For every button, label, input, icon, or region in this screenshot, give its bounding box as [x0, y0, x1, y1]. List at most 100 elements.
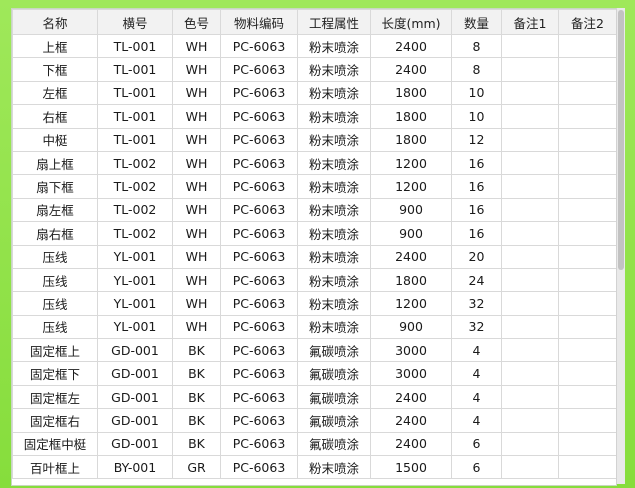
cell-note1[interactable]: [501, 455, 559, 480]
cell-color[interactable]: WH: [172, 291, 221, 316]
header-color[interactable]: 色号: [172, 9, 221, 35]
cell-length[interactable]: 900: [370, 197, 452, 223]
cell-finish[interactable]: 粉末喷涂: [297, 104, 371, 129]
table-row[interactable]: 上框 TL-001 WH PC-6063 粉末喷涂 2400 8: [12, 33, 616, 59]
cell-note1[interactable]: [501, 221, 559, 246]
cell-note2[interactable]: [558, 361, 616, 386]
header-finish[interactable]: 工程属性: [297, 9, 371, 35]
table-row[interactable]: 固定框上 GD-001 BK PC-6063 氟碳喷涂 3000 4: [12, 338, 616, 363]
cell-material-code[interactable]: PC-6063: [220, 384, 298, 410]
cell-color[interactable]: WH: [172, 104, 221, 129]
cell-model[interactable]: TL-002: [97, 174, 173, 199]
cell-model[interactable]: TL-002: [97, 197, 173, 223]
cell-name[interactable]: 右框: [12, 104, 98, 129]
cell-name[interactable]: 压线: [12, 291, 98, 316]
cell-name[interactable]: 扇右框: [12, 221, 98, 246]
cell-note2[interactable]: [558, 338, 616, 363]
cell-quantity[interactable]: 16: [451, 221, 502, 246]
cell-material-code[interactable]: PC-6063: [220, 127, 298, 152]
cell-name[interactable]: 压线: [12, 314, 98, 340]
cell-finish[interactable]: 粉末喷涂: [297, 33, 371, 59]
header-model[interactable]: 横号: [97, 9, 173, 35]
cell-color[interactable]: GR: [172, 455, 221, 480]
cell-material-code[interactable]: PC-6063: [220, 33, 298, 59]
table-row[interactable]: 固定框左 GD-001 BK PC-6063 氟碳喷涂 2400 4: [12, 384, 616, 410]
cell-finish[interactable]: 氟碳喷涂: [297, 384, 371, 410]
cell-quantity[interactable]: 16: [451, 174, 502, 199]
table-row[interactable]: 扇右框 TL-002 WH PC-6063 粉末喷涂 900 16: [12, 221, 616, 246]
cell-model[interactable]: TL-001: [97, 80, 173, 106]
cell-finish[interactable]: 粉末喷涂: [297, 314, 371, 340]
vertical-scrollbar[interactable]: [616, 8, 625, 484]
cell-color[interactable]: WH: [172, 197, 221, 223]
table-row[interactable]: 固定框下 GD-001 BK PC-6063 氟碳喷涂 3000 4: [12, 361, 616, 386]
cell-model[interactable]: YL-001: [97, 267, 173, 293]
cell-color[interactable]: BK: [172, 408, 221, 433]
cell-note2[interactable]: [558, 127, 616, 152]
cell-length[interactable]: 3000: [370, 361, 452, 386]
cell-model[interactable]: YL-001: [97, 314, 173, 340]
cell-quantity[interactable]: 16: [451, 197, 502, 223]
cell-note2[interactable]: [558, 221, 616, 246]
cell-note1[interactable]: [501, 408, 559, 433]
table-row[interactable]: 中梃 TL-001 WH PC-6063 粉末喷涂 1800 12: [12, 127, 616, 152]
cell-finish[interactable]: 粉末喷涂: [297, 174, 371, 199]
header-name[interactable]: 名称: [12, 9, 98, 35]
cell-note2[interactable]: [558, 150, 616, 176]
cell-quantity[interactable]: 10: [451, 80, 502, 106]
cell-color[interactable]: WH: [172, 174, 221, 199]
scrollbar-thumb[interactable]: [618, 10, 624, 270]
cell-model[interactable]: GD-001: [97, 384, 173, 410]
cell-note2[interactable]: [558, 455, 616, 480]
cell-color[interactable]: BK: [172, 361, 221, 386]
cell-quantity[interactable]: 4: [451, 408, 502, 433]
cell-material-code[interactable]: PC-6063: [220, 431, 298, 457]
cell-material-code[interactable]: PC-6063: [220, 338, 298, 363]
cell-quantity[interactable]: 4: [451, 361, 502, 386]
header-material-code[interactable]: 物料编码: [220, 9, 298, 35]
cell-model[interactable]: GD-001: [97, 361, 173, 386]
cell-quantity[interactable]: 32: [451, 314, 502, 340]
cell-name[interactable]: 固定框下: [12, 361, 98, 386]
cell-length[interactable]: 1500: [370, 455, 452, 480]
cell-length[interactable]: 2400: [370, 408, 452, 433]
cell-material-code[interactable]: PC-6063: [220, 80, 298, 106]
table-row[interactable]: 扇上框 TL-002 WH PC-6063 粉末喷涂 1200 16: [12, 150, 616, 176]
cell-note1[interactable]: [501, 384, 559, 410]
cell-finish[interactable]: 粉末喷涂: [297, 455, 371, 480]
cell-note1[interactable]: [501, 150, 559, 176]
cell-model[interactable]: YL-001: [97, 244, 173, 269]
cell-name[interactable]: 左框: [12, 80, 98, 106]
cell-note2[interactable]: [558, 244, 616, 269]
cell-name[interactable]: 固定框上: [12, 338, 98, 363]
cell-quantity[interactable]: 32: [451, 291, 502, 316]
cell-name[interactable]: 固定框中梃: [12, 431, 98, 457]
cell-note1[interactable]: [501, 267, 559, 293]
cell-length[interactable]: 1200: [370, 174, 452, 199]
cell-name[interactable]: 中梃: [12, 127, 98, 152]
table-row[interactable]: 压线 YL-001 WH PC-6063 粉末喷涂 1200 32: [12, 291, 616, 316]
cell-name[interactable]: 压线: [12, 244, 98, 269]
cell-length[interactable]: 1800: [370, 127, 452, 152]
header-quantity[interactable]: 数量: [451, 9, 502, 35]
cell-name[interactable]: 扇左框: [12, 197, 98, 223]
cell-model[interactable]: TL-002: [97, 221, 173, 246]
cell-finish[interactable]: 粉末喷涂: [297, 267, 371, 293]
cell-finish[interactable]: 粉末喷涂: [297, 291, 371, 316]
cell-material-code[interactable]: PC-6063: [220, 361, 298, 386]
cell-quantity[interactable]: 8: [451, 57, 502, 82]
cell-material-code[interactable]: PC-6063: [220, 104, 298, 129]
cell-length[interactable]: 3000: [370, 338, 452, 363]
header-length[interactable]: 长度(mm): [370, 9, 452, 35]
cell-note1[interactable]: [501, 127, 559, 152]
cell-note1[interactable]: [501, 361, 559, 386]
cell-name[interactable]: 固定框右: [12, 408, 98, 433]
cell-color[interactable]: WH: [172, 127, 221, 152]
cell-finish[interactable]: 氟碳喷涂: [297, 408, 371, 433]
cell-finish[interactable]: 粉末喷涂: [297, 221, 371, 246]
cell-material-code[interactable]: PC-6063: [220, 150, 298, 176]
cell-color[interactable]: BK: [172, 384, 221, 410]
cell-material-code[interactable]: PC-6063: [220, 314, 298, 340]
table-row[interactable]: 下框 TL-001 WH PC-6063 粉末喷涂 2400 8: [12, 57, 616, 82]
cell-length[interactable]: 1200: [370, 150, 452, 176]
